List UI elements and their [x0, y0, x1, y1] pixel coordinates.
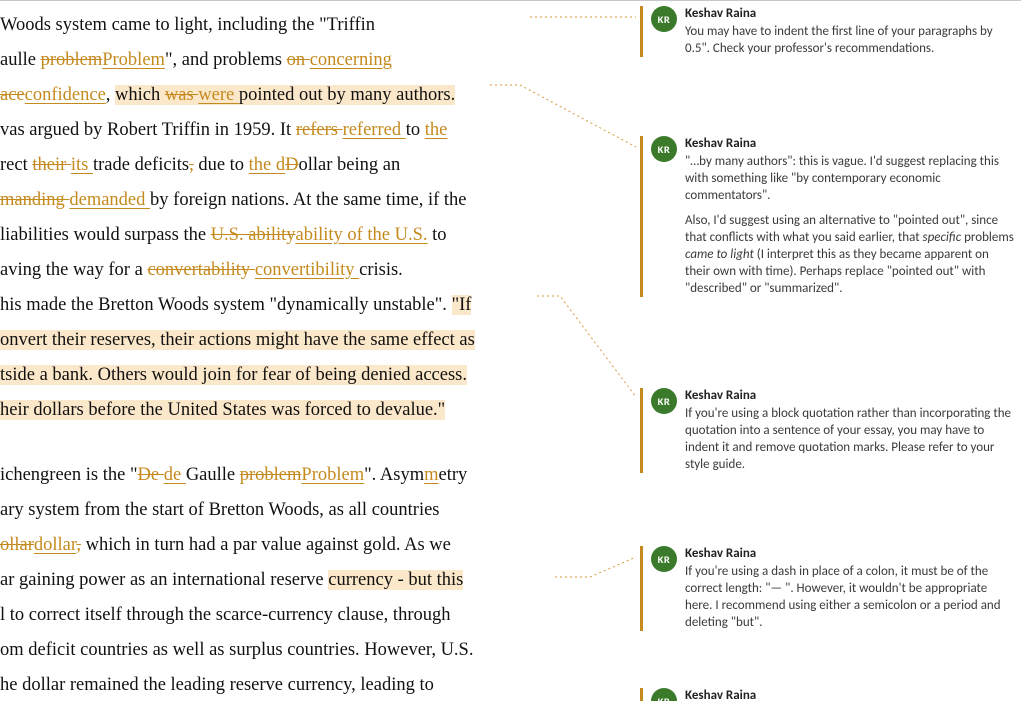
deleted-text: problem	[41, 50, 103, 70]
deleted-text: refers	[296, 120, 343, 140]
text: Woods system came to light, including th…	[0, 15, 375, 35]
deleted-text: ace	[0, 85, 25, 105]
comment-text: If you're using a dash in place of a col…	[685, 563, 1015, 631]
deleted-text: D	[285, 155, 298, 175]
text: etry	[438, 465, 467, 485]
text: which in turn had a par value against go…	[81, 535, 451, 555]
inserted-text: its	[71, 155, 93, 175]
deleted-text: U.S. ability	[211, 225, 296, 245]
text: vas argued by Robert Triffin in 1959. It	[0, 120, 296, 140]
inserted-text: the	[425, 120, 448, 140]
deleted-text: convertability	[147, 260, 254, 280]
inserted-text: demanded	[69, 190, 150, 210]
highlighted-range[interactable]: tside a bank. Others would join for fear…	[0, 365, 467, 385]
comment-author: Keshav Raina	[685, 688, 1015, 701]
highlighted-range[interactable]: onvert their reserves, their actions mig…	[0, 330, 475, 350]
comment-author: Keshav Raina	[685, 6, 1015, 21]
text: his made the Bretton Woods system "dynam…	[0, 295, 452, 315]
text: to	[406, 120, 425, 140]
text: ,	[106, 85, 115, 105]
inserted-text: confidence	[25, 85, 106, 105]
comment-text: If you're using a block quotation rather…	[685, 405, 1015, 473]
avatar: KR	[651, 136, 677, 162]
inserted-text: concerning	[310, 50, 392, 70]
text: by foreign nations. At the same time, if…	[150, 190, 467, 210]
highlighted-range[interactable]: which was were pointed out by many autho…	[115, 85, 455, 105]
text: ". Asym	[364, 465, 424, 485]
avatar: KR	[651, 388, 677, 414]
comment-card[interactable]: KR Keshav Raina	[640, 688, 1019, 701]
text: rect	[0, 155, 32, 175]
text: aulle	[0, 50, 41, 70]
text: ", and problems	[165, 50, 287, 70]
comment-author: Keshav Raina	[685, 546, 1015, 561]
highlighted-range[interactable]: "If	[452, 295, 472, 315]
text: aving the way for a	[0, 260, 147, 280]
inserted-text: m	[424, 465, 438, 485]
text: l to correct itself through the scarce-c…	[0, 605, 451, 625]
inserted-text: ability of the U.S.	[295, 225, 427, 245]
deleted-text: ollar	[0, 535, 34, 555]
deleted-text: problem	[240, 465, 302, 485]
comment-card[interactable]: KR Keshav Raina You may have to indent t…	[640, 6, 1019, 57]
text: trade deficits	[93, 155, 189, 175]
highlighted-range[interactable]: heir dollars before the United States wa…	[0, 400, 445, 420]
inserted-text: the	[249, 155, 276, 175]
avatar: KR	[651, 546, 677, 572]
text: ichengreen is the "	[0, 465, 138, 485]
comment-author: Keshav Raina	[685, 136, 1015, 151]
text: ollar being an	[299, 155, 401, 175]
inserted-text: Problem	[102, 50, 165, 70]
text: due to	[194, 155, 249, 175]
inserted-text: referred	[343, 120, 406, 140]
avatar: KR	[651, 688, 677, 701]
deleted-text: on	[287, 50, 310, 70]
text: to	[428, 225, 447, 245]
deleted-text: De	[138, 465, 164, 485]
text: ar gaining power as an international res…	[0, 570, 328, 590]
inserted-text: convertibility	[255, 260, 359, 280]
inserted-text: dollar	[34, 535, 76, 555]
comment-card[interactable]: KR Keshav Raina If you're using a block …	[640, 388, 1019, 473]
inserted-text: d	[276, 155, 285, 175]
inserted-text: Problem	[301, 465, 364, 485]
comment-card[interactable]: KR Keshav Raina "…by many authors": this…	[640, 136, 1019, 297]
inserted-text: de	[164, 465, 186, 485]
highlighted-range[interactable]: currency - but this	[328, 570, 463, 590]
text: he dollar remained the leading reserve c…	[0, 675, 434, 695]
text: liabilities would surpass the	[0, 225, 211, 245]
comment-text: You may have to indent the first line of…	[685, 23, 1015, 57]
text: ary system from the start of Bretton Woo…	[0, 500, 440, 520]
text: crisis.	[359, 260, 403, 280]
deleted-text: manding	[0, 190, 69, 210]
comment-text: "…by many authors": this is vague. I'd s…	[685, 153, 1015, 297]
text: Gaulle	[186, 465, 240, 485]
deleted-text: their	[32, 155, 71, 175]
text: om deficit countries as well as surplus …	[0, 640, 473, 660]
comment-author: Keshav Raina	[685, 388, 1015, 403]
document-text: Woods system came to light, including th…	[0, 0, 640, 701]
avatar: KR	[651, 6, 677, 32]
comment-card[interactable]: KR Keshav Raina If you're using a dash i…	[640, 546, 1019, 631]
